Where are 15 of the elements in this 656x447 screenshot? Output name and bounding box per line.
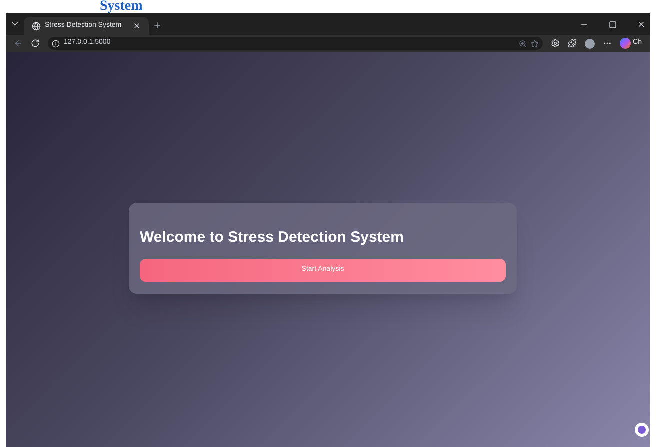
- document-heading: System: [100, 0, 143, 13]
- zoom-icon[interactable]: [519, 40, 528, 48]
- puzzle-icon[interactable]: [568, 39, 578, 48]
- welcome-title: Welcome to Stress Detection System: [140, 228, 405, 246]
- info-icon: [52, 40, 60, 48]
- star-icon[interactable]: [531, 40, 540, 48]
- reload-icon[interactable]: [31, 39, 40, 48]
- globe-icon: [32, 22, 41, 30]
- back-icon[interactable]: [14, 39, 23, 48]
- gear-icon[interactable]: [551, 39, 560, 48]
- close-icon[interactable]: [133, 22, 141, 30]
- new-tab-icon[interactable]: [153, 21, 162, 30]
- close-window-icon[interactable]: [637, 20, 646, 29]
- profile-avatar[interactable]: [585, 38, 596, 48]
- maximize-icon[interactable]: [609, 21, 617, 29]
